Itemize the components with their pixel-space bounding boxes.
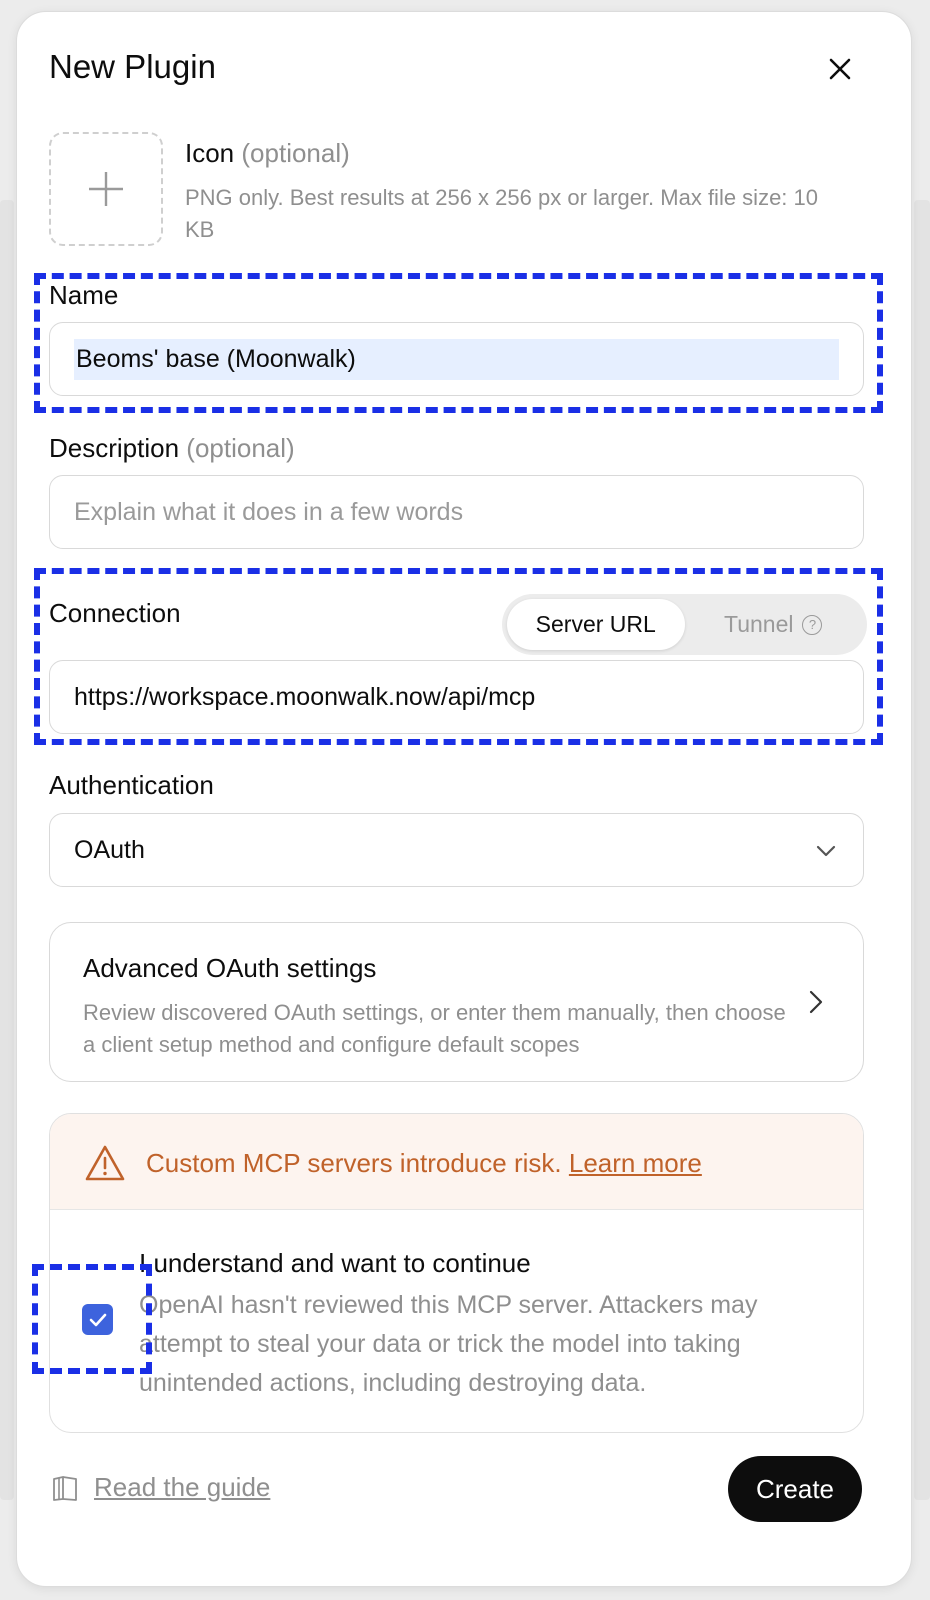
icon-field-label: Icon (optional): [185, 138, 350, 169]
risk-warning-message: Custom MCP servers introduce risk.: [146, 1148, 562, 1178]
plus-icon: [89, 172, 123, 206]
acknowledge-title: I understand and want to continue: [139, 1248, 531, 1278]
name-label: Name: [49, 280, 119, 310]
read-guide-text: Read the guide: [94, 1472, 271, 1502]
acknowledge-checkbox[interactable]: [82, 1304, 113, 1335]
checkmark-icon: [89, 1313, 106, 1326]
server-url-input[interactable]: https://workspace.moonwalk.now/api/mcp: [49, 660, 864, 734]
tunnel-option[interactable]: Tunnel ?: [685, 599, 863, 650]
close-button[interactable]: [823, 52, 857, 86]
authentication-label: Authentication: [49, 770, 214, 800]
description-label-text: Description: [49, 433, 180, 463]
advanced-oauth-description: Review discovered OAuth settings, or ent…: [83, 1000, 786, 1057]
name-input-value: Beoms' base (Moonwalk): [74, 338, 839, 380]
help-icon: ?: [802, 614, 823, 635]
tunnel-option-label: Tunnel: [724, 611, 794, 637]
connection-type-toggle: Server URL Tunnel ?: [502, 594, 867, 655]
description-input[interactable]: Explain what it does in a few words: [49, 475, 864, 549]
server-url-value: https://workspace.moonwalk.now/api/mcp: [74, 682, 536, 711]
description-label: Description (optional): [49, 433, 295, 464]
acknowledge-description: OpenAI hasn't reviewed this MCP server. …: [139, 1291, 758, 1397]
read-guide-link[interactable]: Read the guide: [50, 1472, 270, 1503]
optional-tag: (optional): [241, 138, 350, 168]
optional-tag: (optional): [186, 433, 295, 463]
authentication-value: OAuth: [74, 835, 145, 864]
chevron-right-icon: [809, 990, 823, 1014]
warning-triangle-icon: [85, 1145, 125, 1181]
create-button[interactable]: Create: [728, 1456, 862, 1522]
book-icon: [53, 1475, 77, 1501]
description-placeholder: Explain what it does in a few words: [74, 497, 464, 526]
dialog-title: New Plugin: [49, 48, 216, 85]
icon-help-text: PNG only. Best results at 256 x 256 px o…: [185, 185, 818, 242]
connection-label: Connection: [49, 598, 181, 628]
icon-label-text: Icon: [185, 138, 235, 168]
advanced-oauth-title: Advanced OAuth settings: [83, 953, 377, 983]
background-app: [914, 200, 930, 1500]
risk-warning-text: Custom MCP servers introduce risk. Learn…: [146, 1148, 702, 1179]
risk-warning-card: Custom MCP servers introduce risk. Learn…: [49, 1113, 864, 1433]
authentication-select[interactable]: OAuth: [49, 813, 864, 887]
close-icon: [829, 58, 851, 80]
icon-upload-button[interactable]: [49, 132, 163, 246]
advanced-oauth-settings-card[interactable]: Advanced OAuth settings Review discovere…: [49, 922, 864, 1082]
server-url-option[interactable]: Server URL: [507, 599, 685, 650]
new-plugin-dialog: New Plugin Icon (optional) PNG only. Bes…: [16, 11, 912, 1587]
chevron-down-icon: [816, 845, 836, 857]
background-app: [0, 200, 14, 1500]
name-input[interactable]: Beoms' base (Moonwalk): [49, 322, 864, 396]
risk-warning-header: Custom MCP servers introduce risk. Learn…: [50, 1114, 863, 1210]
learn-more-link[interactable]: Learn more: [569, 1148, 702, 1178]
